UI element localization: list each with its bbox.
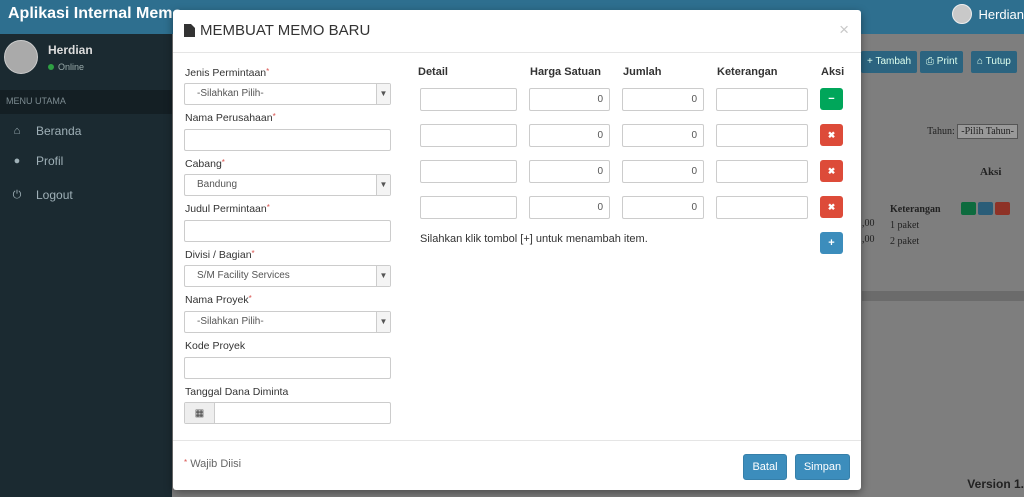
header-detail: Detail [418, 66, 448, 78]
table-column-values: ,00 ,00 [862, 218, 875, 245]
detail-input[interactable] [420, 88, 517, 111]
print-button[interactable]: ⎙ Print [920, 51, 964, 73]
delete-row-button[interactable]: ✖ [820, 160, 843, 182]
keterangan-input[interactable] [716, 124, 808, 147]
judul-permintaan-input[interactable] [184, 220, 391, 242]
required-note: * Wajib Diisi [184, 458, 242, 470]
tutup-button[interactable]: ⌂ Tutup [971, 51, 1017, 73]
header-keterangan: Keterangan [717, 66, 778, 78]
delete-icon[interactable] [995, 202, 1010, 215]
user-status: Online [48, 62, 84, 72]
calendar-icon[interactable]: ▦ [185, 403, 215, 423]
harga-satuan-input[interactable]: 0 [529, 88, 610, 111]
sidebar-item-logout[interactable]: ⏻ Logout [0, 182, 172, 208]
sidebar-user-name: Herdian [48, 43, 93, 57]
horizontal-scrollbar[interactable] [862, 291, 1024, 301]
power-icon: ⏻ [12, 188, 22, 201]
delete-row-button[interactable]: ✖ [820, 196, 843, 218]
edit-icon[interactable] [978, 202, 993, 215]
chevron-down-icon: ▼ [376, 312, 390, 332]
table-column-keterangan: Keterangan 1 paket 2 paket [890, 204, 941, 247]
home-icon: ⌂ [13, 125, 21, 137]
avatar [4, 40, 38, 74]
sidebar-item-beranda[interactable]: ⌂ Beranda [0, 118, 172, 144]
tanggal-label: Tanggal Dana Diminta [185, 386, 289, 398]
harga-satuan-input[interactable]: 0 [529, 160, 610, 183]
modal-footer: * Wajib Diisi Batal Simpan [173, 440, 861, 490]
view-icon[interactable] [961, 202, 976, 215]
jumlah-input[interactable]: 0 [622, 124, 704, 147]
user-icon: ● [13, 155, 21, 167]
app-brand[interactable]: Aplikasi Internal Memo [8, 5, 182, 23]
jumlah-input[interactable]: 0 [622, 160, 704, 183]
table-header-aksi: Aksi [980, 166, 1002, 178]
new-memo-modal: MEMBUAT MEMO BARU × Jenis Permintaan* -S… [173, 10, 861, 490]
add-item-hint: Silahkan klik tombol [+] untuk menambah … [420, 233, 648, 245]
detail-input[interactable] [420, 196, 517, 219]
jumlah-input[interactable]: 0 [622, 88, 704, 111]
top-user-name: Herdian [978, 6, 1024, 22]
perusahaan-label: Nama Perusahaan* [185, 112, 276, 124]
divisi-label: Divisi / Bagian* [185, 249, 255, 261]
save-button[interactable]: Simpan [795, 454, 850, 480]
version-label: Version 1. [967, 477, 1024, 491]
tanggal-dana-field[interactable]: ▦ [184, 402, 391, 424]
chevron-down-icon: ▼ [376, 266, 390, 286]
modal-title: MEMBUAT MEMO BARU [184, 22, 370, 39]
cabang-label: Cabang* [185, 158, 225, 170]
chevron-down-icon: ▼ [376, 84, 390, 104]
jenis-label: Jenis Permintaan* [185, 67, 270, 79]
header-harga-satuan: Harga Satuan [530, 66, 601, 78]
minus-button[interactable]: − [820, 88, 843, 110]
delete-row-button[interactable]: ✖ [820, 124, 843, 146]
sidebar-header: MENU UTAMA [0, 90, 172, 114]
chevron-down-icon: ▼ [376, 175, 390, 195]
header-jumlah: Jumlah [623, 66, 662, 78]
detail-input[interactable] [420, 160, 517, 183]
close-button[interactable]: × [839, 20, 849, 40]
jenis-permintaan-select[interactable]: -Silahkan Pilih- ▼ [184, 83, 391, 105]
sidebar-item-profil[interactable]: ● Profil [0, 148, 172, 174]
header-aksi: Aksi [821, 66, 845, 78]
sidebar: Herdian Online MENU UTAMA ⌂ Beranda ● Prof… [0, 34, 172, 497]
keterangan-input[interactable] [716, 88, 808, 111]
harga-satuan-input[interactable]: 0 [529, 196, 610, 219]
detail-input[interactable] [420, 124, 517, 147]
row-actions[interactable] [961, 202, 1010, 215]
nama-proyek-select[interactable]: -Silahkan Pilih- ▼ [184, 311, 391, 333]
keterangan-input[interactable] [716, 160, 808, 183]
cancel-button[interactable]: Batal [743, 454, 787, 480]
nama-perusahaan-input[interactable] [184, 129, 391, 151]
divisi-select[interactable]: S/M Facility Services ▼ [184, 265, 391, 287]
cabang-select[interactable]: Bandung ▼ [184, 174, 391, 196]
top-user-menu[interactable]: Herdian [952, 4, 1024, 24]
judul-label: Judul Permintaan* [185, 203, 270, 215]
kode-label: Kode Proyek [185, 340, 246, 352]
tambah-button[interactable]: + Tambah [861, 51, 918, 73]
proyek-label: Nama Proyek* [185, 294, 252, 306]
year-filter[interactable]: Tahun: -Pilih Tahun- [927, 124, 1018, 139]
sidebar-user-panel: Herdian Online [0, 34, 172, 84]
add-item-button[interactable]: + [820, 232, 843, 254]
kode-proyek-input[interactable] [184, 357, 391, 379]
jumlah-input[interactable]: 0 [622, 196, 704, 219]
online-dot-icon [48, 64, 54, 70]
harga-satuan-input[interactable]: 0 [529, 124, 610, 147]
avatar [952, 4, 973, 24]
file-icon [184, 24, 195, 37]
modal-header: MEMBUAT MEMO BARU × [173, 10, 861, 53]
keterangan-input[interactable] [716, 196, 808, 219]
